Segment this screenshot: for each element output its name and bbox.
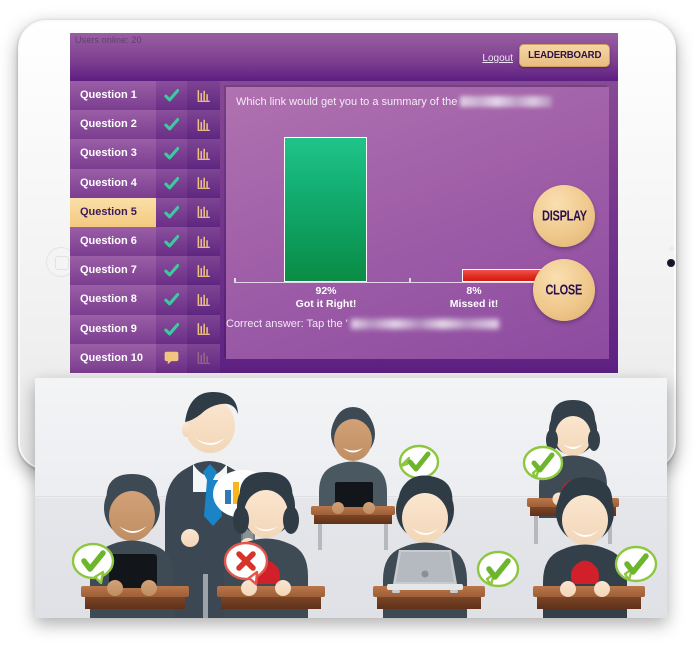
correct-answer-redacted xyxy=(350,319,499,329)
results-bar-chart xyxy=(234,123,584,283)
student-back-left xyxy=(311,407,395,550)
bar-chart-icon[interactable] xyxy=(187,81,220,111)
correct-answer-label: Correct answer: Tap the ' xyxy=(226,318,348,330)
check-icon xyxy=(156,285,187,315)
check-icon xyxy=(156,314,187,344)
question-row-10[interactable]: Question 10 xyxy=(70,343,220,373)
chart-label-missed: 8% Missed it! xyxy=(404,285,544,311)
question-text: Which link would get you to a summary of… xyxy=(236,96,599,108)
app-screen: Users online: 20 Logout LEADERBOARD Ques… xyxy=(70,33,618,373)
check-icon xyxy=(156,110,187,140)
leaderboard-button[interactable]: LEADERBOARD xyxy=(518,44,610,67)
check-icon xyxy=(156,168,187,198)
question-label: Question 7 xyxy=(70,256,156,286)
question-list: Question 1 Question 2 Question 3 Question 4… xyxy=(70,81,220,373)
question-label: Question 3 xyxy=(70,139,156,169)
student-marker-check-5 xyxy=(614,545,658,583)
question-label: Question 5 xyxy=(70,197,156,227)
display-button[interactable]: DISPLAY xyxy=(533,185,595,247)
bar-chart-icon[interactable] xyxy=(187,256,220,286)
question-row-1[interactable]: Question 1 xyxy=(70,81,220,111)
question-label: Question 10 xyxy=(70,343,156,373)
bar-chart-icon[interactable] xyxy=(187,168,220,198)
question-text-redacted xyxy=(460,96,553,107)
screenshot-root: Users online: 20 Logout LEADERBOARD Ques… xyxy=(0,0,694,652)
classroom-illustration xyxy=(35,378,667,618)
question-row-5[interactable]: Question 5 xyxy=(70,197,220,227)
check-icon xyxy=(156,81,187,111)
question-row-6[interactable]: Question 6 xyxy=(70,226,220,257)
close-button[interactable]: CLOSE xyxy=(533,259,595,321)
app-topbar: Users online: 20 Logout LEADERBOARD xyxy=(70,33,618,81)
question-label: Question 9 xyxy=(70,314,156,344)
result-panel: Which link would get you to a summary of… xyxy=(226,87,609,359)
question-row-3[interactable]: Question 3 xyxy=(70,139,220,169)
question-label: Question 4 xyxy=(70,168,156,198)
speech-bubble-icon xyxy=(156,343,187,373)
question-row-8[interactable]: Question 8 xyxy=(70,285,220,315)
question-row-9[interactable]: Question 9 xyxy=(70,314,220,344)
question-row-4[interactable]: Question 4 xyxy=(70,168,220,198)
student-front-center-right xyxy=(373,475,485,618)
chart-category-correct: Got it Right! xyxy=(295,298,357,310)
question-row-2[interactable]: Question 2 xyxy=(70,110,220,140)
bar-chart-icon[interactable] xyxy=(187,314,220,344)
question-row-7[interactable]: Question 7 xyxy=(70,256,220,286)
chart-value-correct: 92% xyxy=(315,285,337,297)
app-body: Question 1 Question 2 Question 3 Question 4… xyxy=(70,81,618,373)
bar-chart-icon[interactable] xyxy=(187,197,220,227)
check-icon xyxy=(156,197,187,227)
student-marker-check-1 xyxy=(398,444,440,480)
question-label: Question 1 xyxy=(70,81,156,111)
logout-link[interactable]: Logout xyxy=(482,53,513,64)
display-button-label: DISPLAY xyxy=(541,207,587,225)
chart-label-correct: 92% Got it Right! xyxy=(256,285,396,311)
tablet-sensor xyxy=(669,246,674,251)
question-label: Question 8 xyxy=(70,285,156,315)
question-text-label: Which link would get you to a summary of… xyxy=(236,96,458,108)
question-label: Question 2 xyxy=(70,110,156,140)
check-icon xyxy=(156,226,187,257)
classroom-scene xyxy=(71,392,658,618)
close-button-label: CLOSE xyxy=(545,281,583,299)
chart-category-missed: Missed it! xyxy=(449,298,499,310)
bar-missed xyxy=(462,268,545,282)
student-marker-check-4 xyxy=(476,550,520,588)
bar-correct xyxy=(284,136,367,282)
users-online-count: Users online: 20 xyxy=(75,35,142,45)
bar-chart-icon[interactable] xyxy=(187,110,220,140)
tablet-camera xyxy=(667,259,675,267)
check-icon xyxy=(156,256,187,286)
correct-answer-text: Correct answer: Tap the ' xyxy=(226,318,499,330)
check-icon xyxy=(156,139,187,169)
bar-chart-icon xyxy=(187,343,220,373)
chart-labels: 92% Got it Right! 8% Missed it! xyxy=(234,285,584,319)
bar-chart-icon[interactable] xyxy=(187,285,220,315)
bar-chart-icon[interactable] xyxy=(187,139,220,169)
chart-axis xyxy=(234,278,584,283)
chart-value-missed: 8% xyxy=(466,285,482,297)
question-label: Question 6 xyxy=(70,226,156,257)
student-marker-check-2 xyxy=(522,445,564,481)
bar-chart-icon[interactable] xyxy=(187,226,220,257)
